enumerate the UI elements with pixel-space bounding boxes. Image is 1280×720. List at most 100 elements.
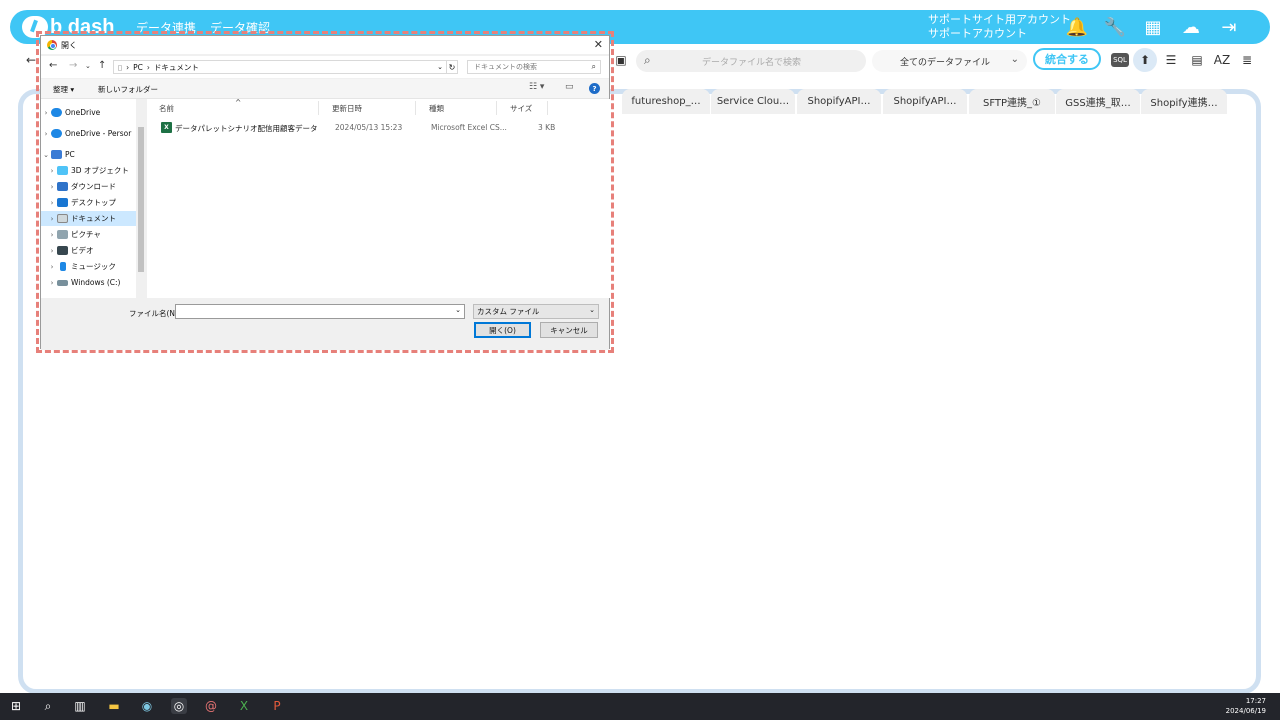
- tab-7[interactable]: Shopify連携…: [1141, 89, 1227, 114]
- expand-chevron-icon[interactable]: ›: [47, 279, 57, 287]
- expand-chevron-icon[interactable]: ›: [41, 130, 51, 138]
- tab-5[interactable]: SFTP連携_①: [969, 89, 1055, 114]
- app-icon[interactable]: ◉: [139, 698, 155, 714]
- scroll-thumb[interactable]: [138, 127, 144, 272]
- forward-icon[interactable]: →: [69, 60, 77, 71]
- open-button[interactable]: 開く(O): [474, 322, 531, 338]
- search-icon[interactable]: ⌕: [40, 698, 56, 714]
- nav-documents[interactable]: › ドキュメント: [41, 211, 136, 226]
- column-name[interactable]: 名前: [147, 101, 319, 115]
- address-bar[interactable]: ▯ › PC › ドキュメント: [113, 60, 458, 74]
- az-cloud-icon[interactable]: ☁: [1180, 16, 1202, 38]
- dialog-search-placeholder: ドキュメントの検索: [474, 63, 537, 71]
- nav-label: PC: [65, 150, 75, 159]
- excel-icon[interactable]: X: [236, 698, 252, 714]
- tab-1[interactable]: futureshop_…: [622, 89, 710, 114]
- powerpoint-icon[interactable]: P: [269, 698, 285, 714]
- expand-chevron-icon[interactable]: ›: [41, 109, 51, 117]
- expand-chevron-icon[interactable]: ›: [47, 215, 57, 223]
- start-icon[interactable]: ⊞: [8, 698, 24, 714]
- filetype-select[interactable]: カスタム ファイル ⌄: [473, 304, 599, 319]
- view-options-icon[interactable]: ☷ ▾: [529, 82, 544, 92]
- expand-chevron-icon[interactable]: ›: [47, 167, 57, 175]
- dialog-title: 開く: [61, 40, 77, 50]
- documents-icon: [57, 214, 68, 223]
- up-icon[interactable]: ↑: [98, 60, 106, 71]
- chevron-down-icon[interactable]: ⌄: [455, 306, 461, 314]
- collapse-chevron-icon[interactable]: ⌄: [41, 151, 51, 159]
- expand-chevron-icon[interactable]: ›: [47, 183, 57, 191]
- data-file-search-input[interactable]: ⌕ データファイル名で検索: [636, 50, 866, 72]
- preview-pane-icon[interactable]: ▭: [565, 82, 574, 92]
- nav-desktop[interactable]: › デスクトップ: [41, 195, 136, 210]
- filename-input[interactable]: ⌄: [175, 304, 465, 319]
- nav-music[interactable]: › ミュージック: [41, 259, 136, 274]
- column-type[interactable]: 種類: [417, 101, 497, 115]
- sort-az-icon[interactable]: AZ: [1213, 51, 1231, 69]
- wrench-icon[interactable]: 🔧: [1104, 16, 1126, 38]
- file-open-dialog: 開く ✕ ← → ⌄ ↑ ▯ › PC › ドキュメント ⌄ ↻ ドキュメントの…: [40, 35, 610, 350]
- file-explorer-icon[interactable]: ▬: [106, 698, 122, 714]
- book-icon[interactable]: ▤: [1188, 51, 1206, 69]
- new-folder-button[interactable]: 新しいフォルダー: [98, 84, 158, 95]
- nav-3d-objects[interactable]: › 3D オブジェクト: [41, 163, 136, 178]
- expand-chevron-icon[interactable]: ›: [47, 263, 57, 271]
- nav-pc[interactable]: ⌄ PC: [41, 147, 136, 162]
- nav-label: ビデオ: [71, 246, 94, 255]
- nav-onedrive-personal[interactable]: › OneDrive - Persor: [41, 126, 136, 141]
- address-dropdown-icon[interactable]: ⌄: [434, 60, 446, 74]
- music-icon: [60, 262, 66, 271]
- nav-downloads[interactable]: › ダウンロード: [41, 179, 136, 194]
- column-date[interactable]: 更新日時: [320, 101, 416, 115]
- tab-4[interactable]: ShopifyAPI…: [883, 89, 967, 114]
- cancel-button[interactable]: キャンセル: [540, 322, 598, 338]
- nav-windows-c[interactable]: › Windows (C:): [41, 275, 136, 290]
- breadcrumb-documents[interactable]: ドキュメント: [154, 62, 199, 73]
- close-icon[interactable]: ✕: [594, 38, 603, 51]
- file-row[interactable]: X データパレットシナリオ配信用顧客データ 2024/05/13 15:23 M…: [147, 121, 567, 135]
- breadcrumb-pc[interactable]: PC: [133, 63, 143, 72]
- back-icon[interactable]: ←: [49, 60, 57, 71]
- column-size-label: サイズ: [510, 103, 533, 113]
- tab-6[interactable]: GSS連携_取…: [1056, 89, 1140, 114]
- nav-pictures[interactable]: › ピクチャ: [41, 227, 136, 242]
- refresh-icon[interactable]: ↻: [446, 60, 458, 74]
- download-icon: [57, 182, 68, 191]
- data-file-filter-select[interactable]: 全てのデータファイル ⌄: [872, 50, 1027, 72]
- expand-chevron-icon[interactable]: ›: [47, 199, 57, 207]
- chevron-down-icon: ⌄: [589, 306, 595, 314]
- merge-button[interactable]: 統合する: [1033, 48, 1101, 70]
- task-view-icon[interactable]: ▥: [72, 698, 88, 714]
- sql-icon[interactable]: SQL: [1111, 53, 1129, 67]
- nav-scrollbar[interactable]: [136, 99, 146, 298]
- nav-onedrive[interactable]: › OneDrive: [41, 105, 136, 120]
- help-icon[interactable]: ?: [589, 83, 600, 94]
- column-size[interactable]: サイズ: [498, 101, 548, 115]
- nav-videos[interactable]: › ビデオ: [41, 243, 136, 258]
- navigation-pane: › OneDrive › OneDrive - Persor ⌄ PC › 3D…: [41, 99, 146, 298]
- list-icon[interactable]: ≣: [1238, 51, 1256, 69]
- logout-icon[interactable]: ⇥: [1218, 16, 1240, 38]
- bell-icon[interactable]: 🔔: [1066, 16, 1088, 38]
- expand-chevron-icon[interactable]: ›: [47, 231, 57, 239]
- file-type: Microsoft Excel CS...: [431, 123, 507, 132]
- tab-3[interactable]: ShopifyAPI…: [797, 89, 881, 114]
- grid-icon[interactable]: ▦: [1142, 16, 1164, 38]
- upload-icon[interactable]: ⬆: [1133, 48, 1157, 72]
- expand-chevron-icon[interactable]: ›: [47, 247, 57, 255]
- chrome-taskbar-icon[interactable]: ◎: [171, 698, 187, 714]
- organize-button[interactable]: 整理 ▾: [53, 84, 74, 95]
- clock-time: 17:27: [1245, 697, 1266, 705]
- excel-csv-icon: X: [161, 122, 172, 133]
- mail-app-icon[interactable]: @: [203, 698, 219, 714]
- list-filter-icon[interactable]: ☰: [1162, 51, 1180, 69]
- nav-label: Windows (C:): [71, 278, 121, 287]
- search-icon: ⌕: [591, 62, 596, 71]
- add-folder-icon[interactable]: ▣: [612, 51, 630, 69]
- account-info[interactable]: サポートサイト用アカウント サポートアカウント: [928, 13, 1071, 41]
- dialog-search-input[interactable]: ドキュメントの検索 ⌕: [467, 60, 601, 74]
- nav-label: OneDrive - Persor: [65, 129, 132, 138]
- tab-2[interactable]: Service Clou…: [711, 89, 795, 114]
- system-clock[interactable]: 17:27 2024/06/19: [1226, 696, 1266, 716]
- recent-chevron-icon[interactable]: ⌄: [85, 62, 91, 70]
